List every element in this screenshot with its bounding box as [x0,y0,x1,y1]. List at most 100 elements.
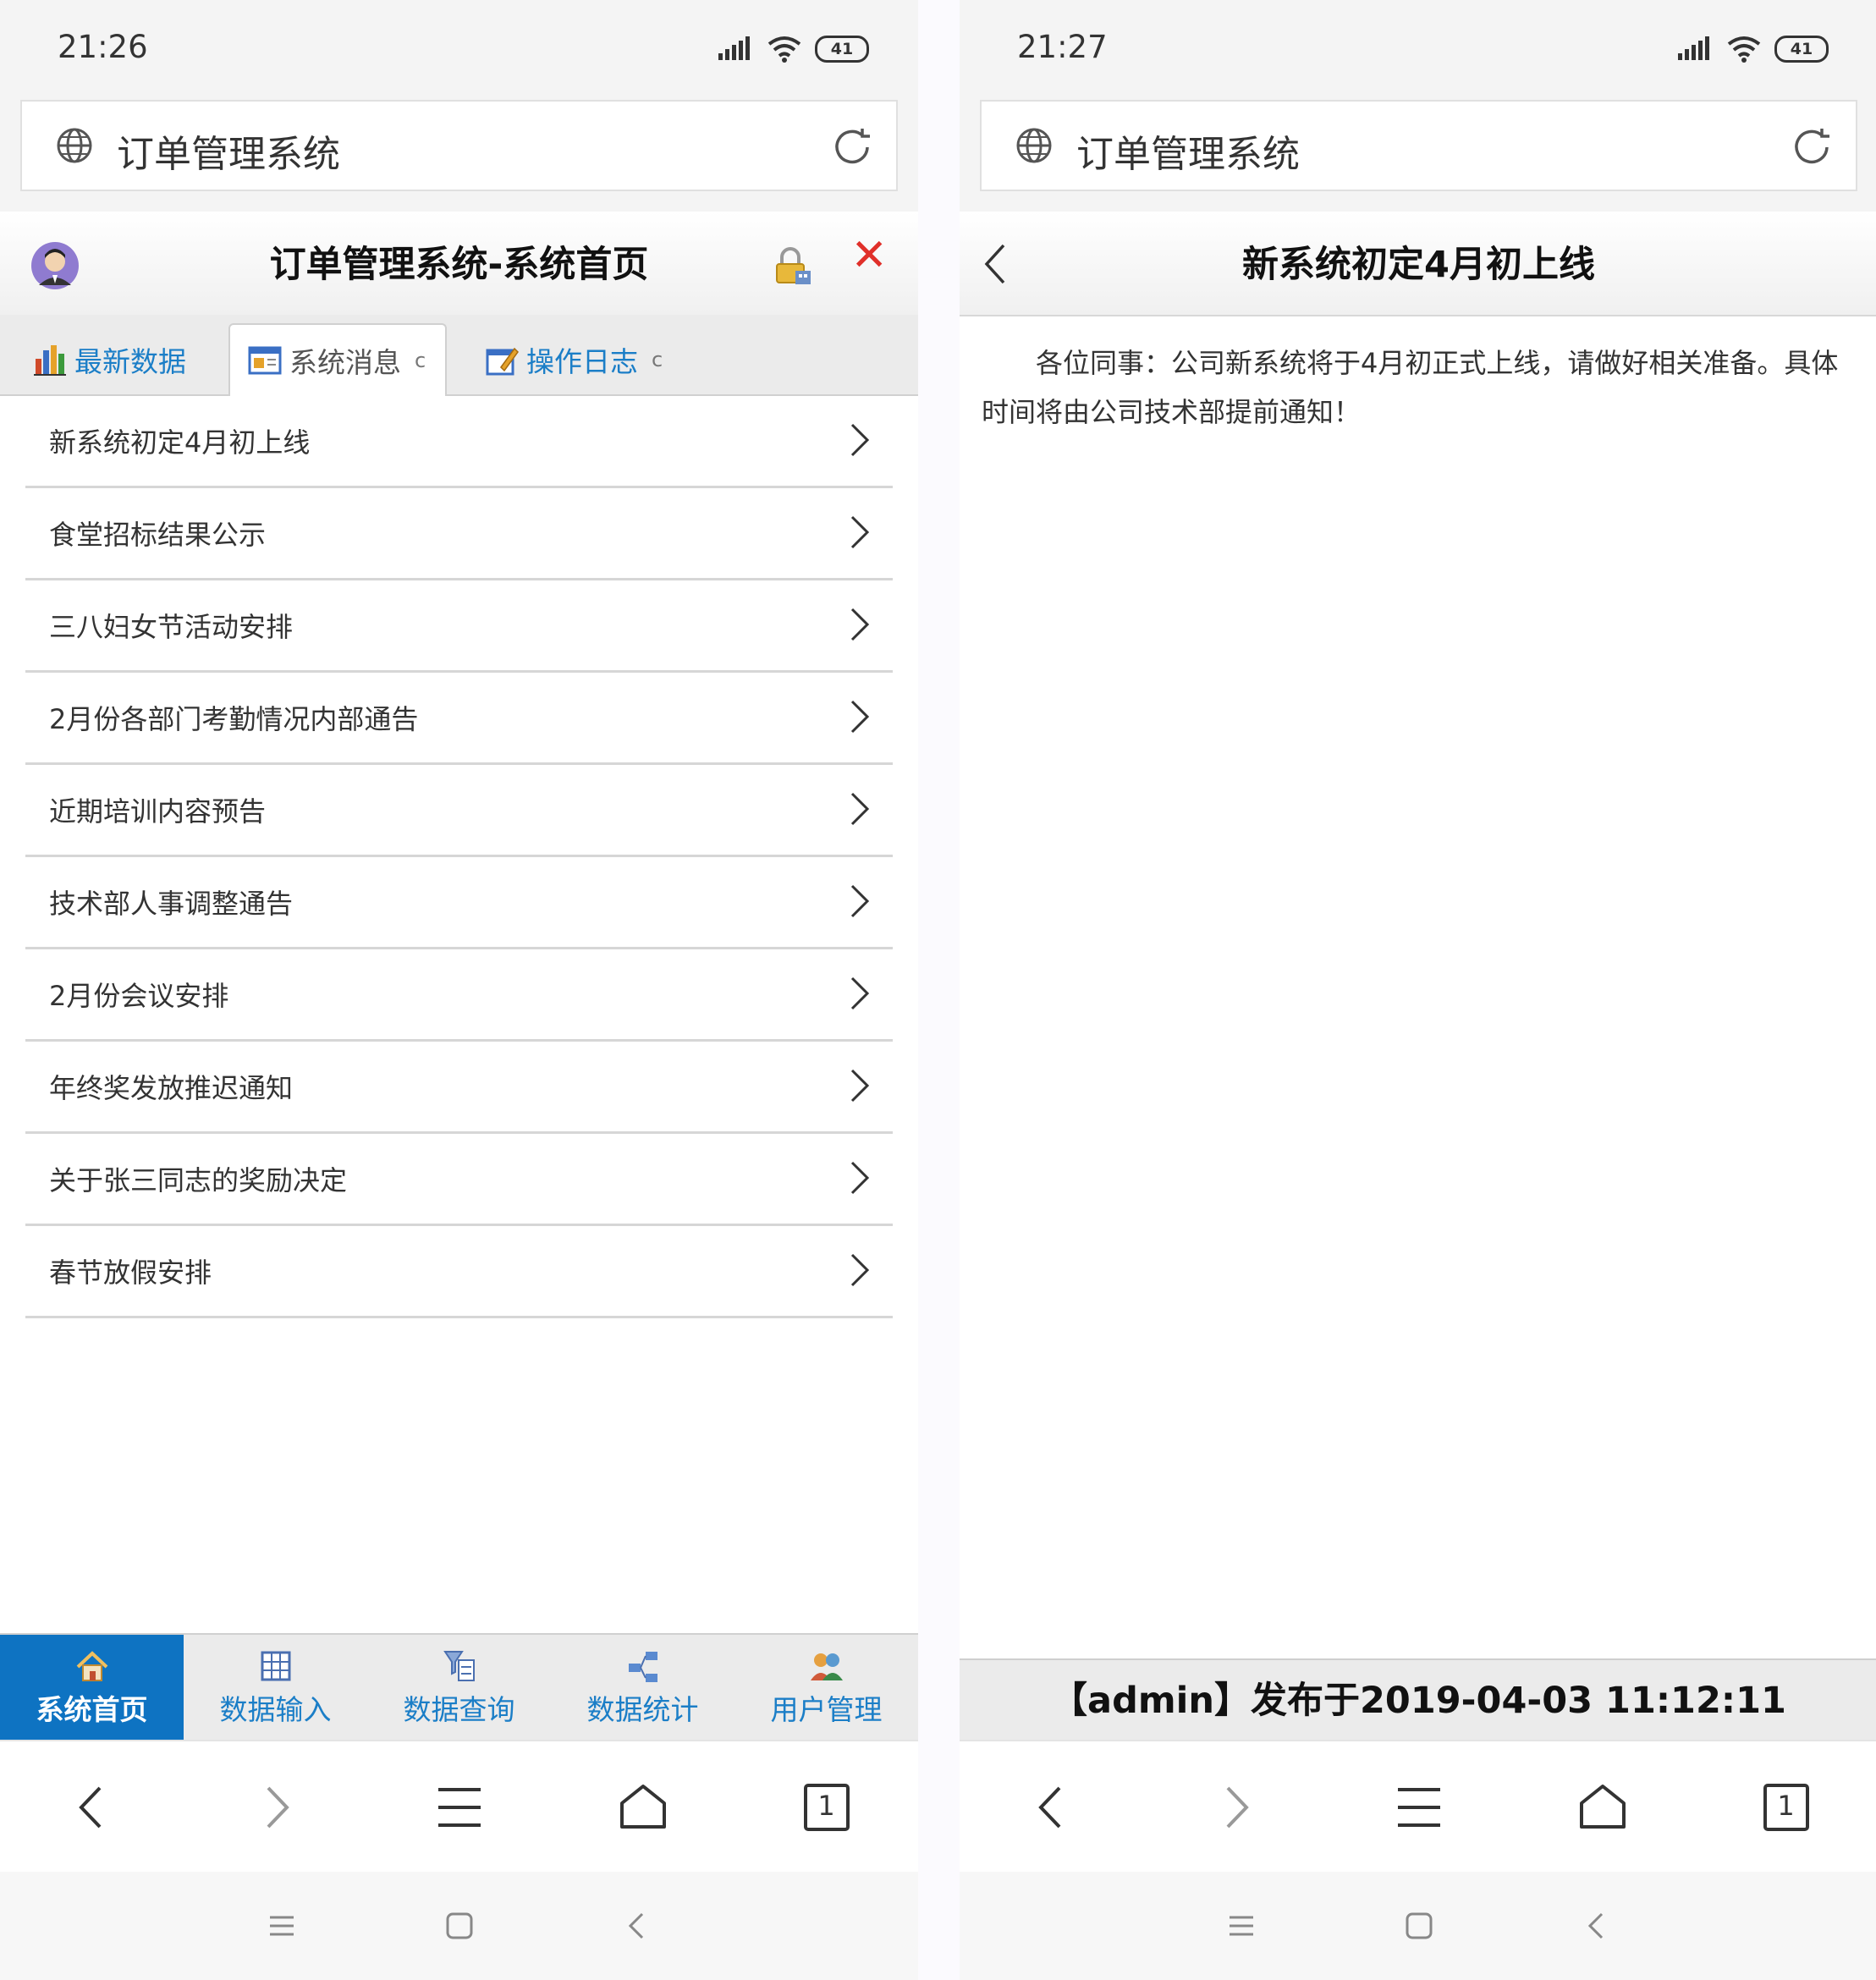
chevron-right-icon [850,792,870,826]
message-title: 2月份各部门考勤情况内部通告 [49,703,419,735]
list-item[interactable]: 春节放假安排 [25,1226,893,1318]
recent-apps-icon[interactable] [1224,1909,1258,1943]
bar-chart-icon [34,345,66,376]
browser-address-area: 订单管理系统 [0,100,918,212]
publish-info: 【admin】发布于2019-04-03 11:12:11 [960,1658,1876,1741]
chevron-right-icon [850,515,870,549]
app-header: 订单管理系统-系统首页 ✕ [0,212,918,316]
refresh-icon[interactable]: c [652,348,663,371]
back-icon[interactable] [63,1778,122,1837]
system-home-icon[interactable] [1402,1909,1436,1943]
home-icon[interactable] [613,1778,673,1837]
article-body: 各位同事：公司新系统将于4月初正式上线，请做好相关准备。具体时间将由公司技术部提… [982,347,1839,428]
system-back-icon[interactable] [1580,1909,1614,1943]
forward-icon[interactable] [246,1778,305,1837]
phone-screen-home: 21:26 41 订单管理系统 订单管理系统-系统首页 ✕ 最新数据 系统消息 … [0,0,918,1980]
address-bar[interactable]: 订单管理系统 [20,100,898,191]
recent-apps-icon[interactable] [265,1909,299,1943]
close-icon[interactable]: ✕ [850,234,888,278]
query-icon [443,1651,475,1681]
browser-toolbar: 1 [0,1740,918,1873]
tab-label: 操作日志 [526,345,638,378]
battery-indicator: 41 [815,36,869,63]
list-item[interactable]: 关于张三同志的奖励决定 [25,1134,893,1226]
message-title: 关于张三同志的奖励决定 [49,1164,348,1196]
battery-indicator: 41 [1774,36,1829,63]
list-item[interactable]: 食堂招标结果公示 [25,488,893,580]
list-item[interactable]: 2月份会议安排 [25,949,893,1042]
list-item[interactable]: 2月份各部门考勤情况内部通告 [25,673,893,765]
message-title: 春节放假安排 [49,1257,212,1289]
list-item[interactable]: 年终奖发放推迟通知 [25,1042,893,1134]
nav-data-input[interactable]: 数据输入 [184,1635,367,1741]
chevron-right-icon [850,884,870,918]
chevron-right-icon [850,1069,870,1103]
reload-icon[interactable] [830,125,874,169]
wifi-icon [767,36,801,63]
grid-input-icon [261,1651,290,1681]
home-icon[interactable] [1573,1778,1632,1837]
message-list: 新系统初定4月初上线 食堂招标结果公示 三八妇女节活动安排 2月份各部门考勤情况… [25,396,893,1318]
message-title: 新系统初定4月初上线 [49,426,311,459]
back-icon[interactable] [1022,1778,1081,1837]
tabs-button[interactable]: 1 [1757,1778,1816,1837]
status-time: 21:26 [58,29,148,65]
list-item[interactable]: 近期培训内容预告 [25,765,893,857]
tab-count: 1 [1777,1790,1795,1822]
page-title: 新系统初定4月初上线 [1242,244,1595,286]
tab-system-messages[interactable]: 系统消息 c [228,323,447,396]
address-bar[interactable]: 订单管理系统 [980,100,1857,191]
address-title: 订单管理系统 [117,133,340,176]
message-title: 技术部人事调整通告 [49,888,294,920]
menu-icon[interactable] [1389,1778,1449,1837]
nav-label: 数据查询 [403,1693,515,1726]
list-item[interactable]: 技术部人事调整通告 [25,857,893,949]
address-title: 订单管理系统 [1076,133,1300,176]
stats-icon [628,1652,657,1682]
refresh-icon[interactable]: c [415,349,426,372]
nav-data-stats[interactable]: 数据统计 [551,1635,734,1741]
browser-toolbar: 1 [960,1740,1876,1873]
nav-label: 数据统计 [586,1693,699,1726]
tab-label: 最新数据 [74,345,186,378]
message-title: 2月份会议安排 [49,980,229,1012]
system-back-icon[interactable] [620,1909,654,1943]
status-icons: 41 [1676,32,1829,66]
forward-icon[interactable] [1206,1778,1265,1837]
nav-user-management[interactable]: 用户管理 [734,1635,918,1741]
nav-label: 数据输入 [219,1693,332,1726]
status-time: 21:27 [1017,29,1108,65]
message-title: 近期培训内容预告 [49,795,267,828]
message-title: 食堂招标结果公示 [49,519,267,551]
log-edit-icon [486,347,519,376]
message-window-icon [248,346,282,375]
home-icon [76,1651,107,1681]
nav-label: 用户管理 [770,1693,883,1726]
back-chevron-icon[interactable] [978,239,1012,289]
signal-icon [1678,36,1709,60]
nav-data-query[interactable]: 数据查询 [367,1635,551,1741]
status-bar: 21:26 41 [0,0,918,100]
tab-operation-log[interactable]: 操作日志 c [484,323,663,396]
message-title: 年终奖发放推迟通知 [49,1072,294,1104]
user-avatar-icon[interactable] [30,241,80,290]
system-nav-bar [960,1872,1876,1980]
chevron-right-icon [850,1161,870,1195]
chevron-right-icon [850,1253,870,1287]
signal-icon [718,36,750,60]
tab-count: 1 [817,1790,835,1822]
menu-icon[interactable] [430,1778,489,1837]
tabs-button[interactable]: 1 [797,1778,856,1837]
browser-address-area: 订单管理系统 [960,100,1876,212]
system-nav-bar [0,1872,918,1980]
list-item[interactable]: 三八妇女节活动安排 [25,580,893,673]
tab-latest-data[interactable]: 最新数据 [32,323,186,396]
users-icon [810,1653,843,1680]
chevron-right-icon [850,423,870,457]
nav-system-home[interactable]: 系统首页 [0,1635,184,1741]
reload-icon[interactable] [1790,125,1834,169]
globe-icon [57,128,92,163]
system-home-icon[interactable] [443,1909,476,1943]
lock-icon[interactable] [772,245,812,286]
list-item[interactable]: 新系统初定4月初上线 [25,396,893,488]
